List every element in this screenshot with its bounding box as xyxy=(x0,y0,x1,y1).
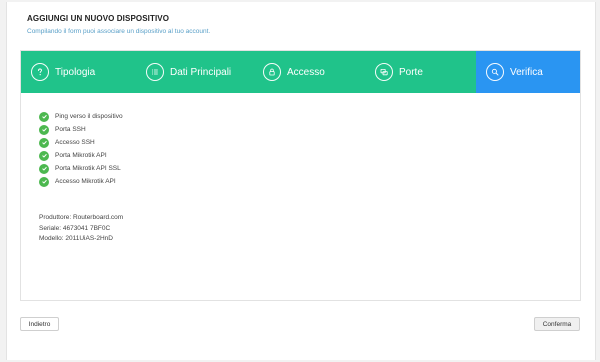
check-label: Porta Mikrotik API SSL xyxy=(55,165,121,172)
step-tipologia[interactable]: Tipologia xyxy=(21,51,136,93)
device-model: Modello: 2011UiAS-2HnD xyxy=(39,235,113,242)
search-icon xyxy=(486,63,504,81)
check-label: Accesso Mikrotik API xyxy=(55,178,116,185)
wizard-card: Tipologia Dati Principali Accesso Porte … xyxy=(20,50,581,301)
check-item: Porta SSH xyxy=(39,123,123,136)
question-icon xyxy=(31,63,49,81)
verification-checklist: Ping verso il dispositivo Porta SSH Acce… xyxy=(39,110,123,188)
check-icon xyxy=(39,137,49,148)
lock-icon xyxy=(263,63,281,81)
step-verifica[interactable]: Verifica xyxy=(476,51,580,93)
check-icon xyxy=(39,163,49,174)
check-icon xyxy=(39,124,49,135)
step-porte[interactable]: Porte xyxy=(361,51,476,93)
step-label: Verifica xyxy=(510,66,543,78)
check-label: Ping verso il dispositivo xyxy=(55,113,123,120)
confirm-button[interactable]: Conferma xyxy=(534,317,580,331)
device-producer: Produttore: Routerboard.com xyxy=(39,214,124,221)
device-serial: Seriale: 4673041 7BF0C xyxy=(39,224,111,232)
step-label: Porte xyxy=(399,66,423,78)
list-icon xyxy=(146,63,164,81)
check-item: Porta Mikrotik API SSL xyxy=(39,162,123,175)
check-item: Porta Mikrotik API xyxy=(39,149,123,162)
check-label: Porta Mikrotik API xyxy=(55,152,107,159)
check-label: Accesso SSH xyxy=(55,139,95,146)
step-label: Tipologia xyxy=(55,66,96,78)
step-label: Accesso xyxy=(287,66,325,78)
step-accesso[interactable]: Accesso xyxy=(251,51,361,93)
check-item: Ping verso il dispositivo xyxy=(39,110,123,123)
check-icon xyxy=(39,176,49,187)
step-label: Dati Principali xyxy=(170,66,232,78)
check-item: Accesso Mikrotik API xyxy=(39,175,123,188)
ports-icon xyxy=(375,63,393,81)
step-dati-principali[interactable]: Dati Principali xyxy=(136,51,251,93)
wizard-steps: Tipologia Dati Principali Accesso Porte … xyxy=(21,51,580,93)
check-icon xyxy=(39,150,49,161)
check-label: Porta SSH xyxy=(55,126,86,133)
check-icon xyxy=(39,111,49,122)
device-info: Produttore: Routerboard.com Seriale: 467… xyxy=(39,213,123,245)
back-button[interactable]: Indietro xyxy=(20,317,59,331)
page-title: AGGIUNGI UN NUOVO DISPOSITIVO xyxy=(27,14,170,23)
check-item: Accesso SSH xyxy=(39,136,123,149)
page-subtitle: Compilando il form puoi associare un dis… xyxy=(27,28,211,35)
